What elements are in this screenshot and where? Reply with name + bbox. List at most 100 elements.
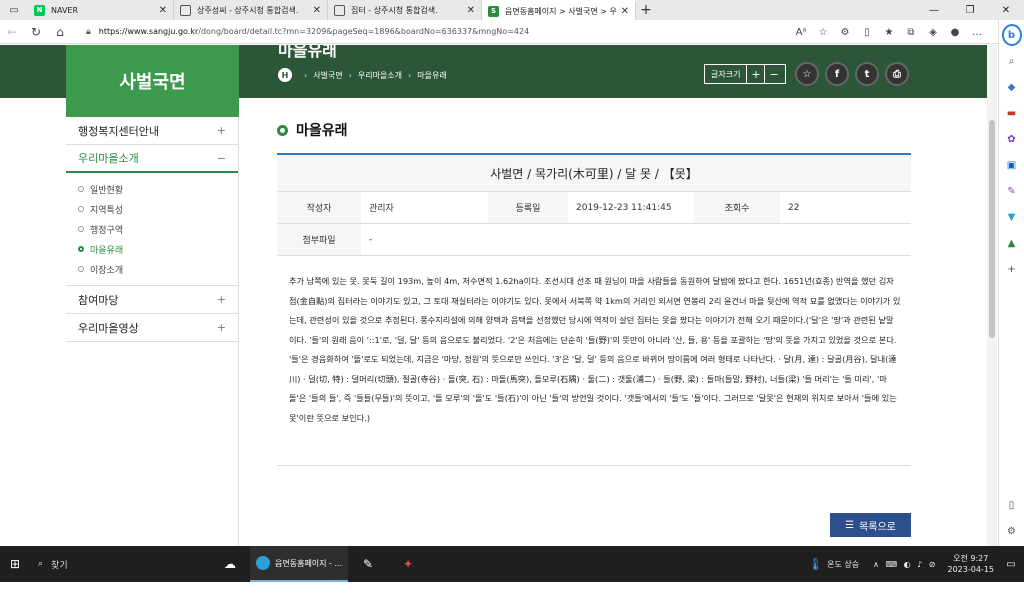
read-aloud-icon[interactable]: Aᵃ <box>790 27 812 38</box>
tab-bar: ▭ N NAVER ✕ 상주성씨 - 상주시청 통합검색. ✕ 집터 - 상주시… <box>0 0 1024 20</box>
sidebar-item-label: 행정복지센터안내 <box>78 124 159 138</box>
sidebar-item-video[interactable]: 우리마을영상 + <box>66 314 238 342</box>
refresh-button[interactable]: ↻ <box>24 20 48 44</box>
clock[interactable]: 오전 9:27 2023-04-15 <box>948 553 995 575</box>
board-detail: 사벌면 / 목가리(木可里) / 달 못 / 【못】 작성자 관리자 등록일 2… <box>277 153 911 466</box>
page-scrollbar[interactable] <box>987 45 997 546</box>
edge-sidebar: b ⌕ ◆ ▬ ✿ ▣ ✎ ▼ ▲ + ▯ ⚙ <box>998 20 1024 546</box>
home-button[interactable]: ⌂ <box>48 20 72 44</box>
submenu-item-districts[interactable]: 행정구역 <box>78 219 238 239</box>
section-title-text: 마을유래 <box>296 123 348 139</box>
tab-close-icon[interactable]: ✕ <box>467 5 475 16</box>
twitter-icon[interactable]: t <box>855 62 879 86</box>
extensions-icon[interactable]: ⚙ <box>834 27 856 38</box>
tray-icons[interactable]: ∧ ⌨ ◐ ♪ ⊘ <box>873 560 937 569</box>
tab-label: 집터 - 상주시청 통합검색. <box>351 5 438 15</box>
tab-close-icon[interactable]: ✕ <box>313 5 321 16</box>
outlook-icon[interactable]: ▣ <box>1002 154 1022 176</box>
tab-search-2[interactable]: 집터 - 상주시청 통합검색. ✕ <box>328 0 482 20</box>
maximize-button[interactable]: ❐ <box>952 0 988 20</box>
date-label: 등록일 <box>488 192 568 223</box>
attachment-value: - <box>369 234 373 245</box>
taskbar-edge-label: 읍면동홈페이지 - ... <box>275 558 343 568</box>
scrollbar-thumb[interactable] <box>989 120 995 338</box>
breadcrumb-item[interactable]: 사벌국면 <box>313 70 342 81</box>
main-content: 마을유래 사벌면 / 목가리(木可里) / 달 못 / 【못】 작성자 관리자 … <box>277 117 911 537</box>
bing-icon[interactable]: b <box>1001 24 1022 46</box>
facebook-icon[interactable]: f <box>825 62 849 86</box>
taskbar-search[interactable]: ⌕ 찾기 <box>30 546 210 582</box>
sidebar-item-village-intro[interactable]: 우리마을소개 − <box>66 145 238 173</box>
taskbar-app-icon[interactable]: ☁ <box>210 546 250 582</box>
print-icon[interactable]: ⎙ <box>885 62 909 86</box>
designer-icon[interactable]: ✎ <box>1002 180 1022 202</box>
taskbar-paint-icon[interactable]: ✎ <box>348 546 388 582</box>
list-icon: ☰ <box>845 519 855 531</box>
profile-icon[interactable]: ● <box>944 27 966 38</box>
breadcrumb-item[interactable]: 우리마을소개 <box>358 70 402 81</box>
font-decrease-button[interactable]: − <box>764 65 782 83</box>
tab-active[interactable]: S 읍면동홈페이지 > 사벌국면 > 우 ✕ <box>482 0 636 20</box>
tab-label: 상주성씨 - 상주시청 통합검색. <box>197 5 299 15</box>
games-icon[interactable]: ✿ <box>1002 128 1022 150</box>
drop-icon[interactable]: ▼ <box>1002 206 1022 228</box>
sidebar-item-center-info[interactable]: 행정복지센터안내 + <box>66 117 238 145</box>
submenu-item-general[interactable]: 일반현황 <box>78 179 238 199</box>
new-tab-button[interactable]: + <box>636 0 656 20</box>
home-icon[interactable]: H <box>278 68 292 82</box>
tab-label: NAVER <box>51 5 79 15</box>
views-value: 22 <box>788 202 800 213</box>
shopping-tag-icon[interactable]: ◆ <box>1002 76 1022 98</box>
tab-actions-icon[interactable]: ▭ <box>0 0 28 20</box>
clock-date: 2023-04-15 <box>947 565 995 574</box>
url-field[interactable]: 🔒︎ https://www.sangju.go.kr /dong/board/… <box>80 23 740 41</box>
add-sidebar-icon[interactable]: + <box>1002 258 1022 280</box>
back-button[interactable]: ← <box>0 20 24 44</box>
post-body: 추가 남쪽에 있는 못. 못둑 길이 193m, 높이 4m, 저수면적 1.6… <box>277 256 911 466</box>
minimize-button[interactable]: — <box>916 0 952 20</box>
tab-search-1[interactable]: 상주성씨 - 상주시청 통합검색. ✕ <box>174 0 328 20</box>
ring-bullet-icon <box>277 124 288 136</box>
bookmark-star-icon[interactable]: ☆ <box>795 62 819 86</box>
submenu-item-heads[interactable]: 이장소개 <box>78 259 238 279</box>
submenu-label: 행정구역 <box>90 225 124 236</box>
back-to-list-button[interactable]: ☰ 목록으로 <box>830 513 911 537</box>
web-page: 사벌국면 마을유래 H › 사벌국면 › 우리마을소개 › 마을유래 글자크기 … <box>0 45 987 546</box>
favorites-icon[interactable]: ★ <box>878 27 900 38</box>
windows-start-icon[interactable]: ⊞ <box>0 546 30 582</box>
sidebar-item-participation[interactable]: 참여마당 + <box>66 286 238 314</box>
attachment-label: 첨부파일 <box>277 224 361 255</box>
taskbar-edge-window[interactable]: 읍면동홈페이지 - ... <box>250 546 348 582</box>
tree-icon[interactable]: ▲ <box>1002 232 1022 254</box>
bullet-icon <box>78 226 84 232</box>
notification-icon[interactable]: ▭ <box>1002 555 1020 573</box>
font-increase-button[interactable]: + <box>746 65 764 83</box>
submenu-item-origin[interactable]: 마을유래 <box>78 239 238 259</box>
weather-widget[interactable]: 🌡︎ 온도 상승 <box>808 557 859 571</box>
sidebar-layout-icon[interactable]: ▯ <box>1002 494 1022 516</box>
submenu-item-features[interactable]: 지역특성 <box>78 199 238 219</box>
post-title: 사벌면 / 목가리(木可里) / 달 못 / 【못】 <box>277 155 911 192</box>
address-bar-tools: Aᵃ ☆ ⚙ ▯ ★ ⧉ ◈ ● … <box>790 20 988 44</box>
tab-close-icon[interactable]: ✕ <box>159 5 167 16</box>
search-icon[interactable]: ⌕ <box>1002 50 1022 72</box>
bullet-icon <box>78 206 84 212</box>
author-value: 관리자 <box>369 204 394 214</box>
tab-naver[interactable]: N NAVER ✕ <box>28 0 174 20</box>
favorite-star-icon[interactable]: ☆ <box>812 27 834 38</box>
tab-close-icon[interactable]: ✕ <box>621 6 629 17</box>
tools-icon[interactable]: ▬ <box>1002 102 1022 124</box>
breadcrumb-item[interactable]: 마을유래 <box>417 70 446 81</box>
section-title: 마을유래 <box>277 120 911 140</box>
sidebar-settings-icon[interactable]: ⚙ <box>1002 520 1022 542</box>
more-menu-icon[interactable]: … <box>966 27 988 38</box>
author-label: 작성자 <box>277 192 361 223</box>
split-screen-icon[interactable]: ▯ <box>856 27 878 38</box>
collections-icon[interactable]: ⧉ <box>900 27 922 38</box>
taskbar-tool-icon[interactable]: ✦ <box>388 546 428 582</box>
screen-bottom <box>0 582 1024 603</box>
banner-page-title: 마을유래 <box>278 45 337 60</box>
sidebar-submenu: 일반현황 지역특성 행정구역 마을유래 이장소개 <box>66 173 238 286</box>
copilot-icon[interactable]: ◈ <box>922 27 944 38</box>
close-window-button[interactable]: ✕ <box>988 0 1024 20</box>
